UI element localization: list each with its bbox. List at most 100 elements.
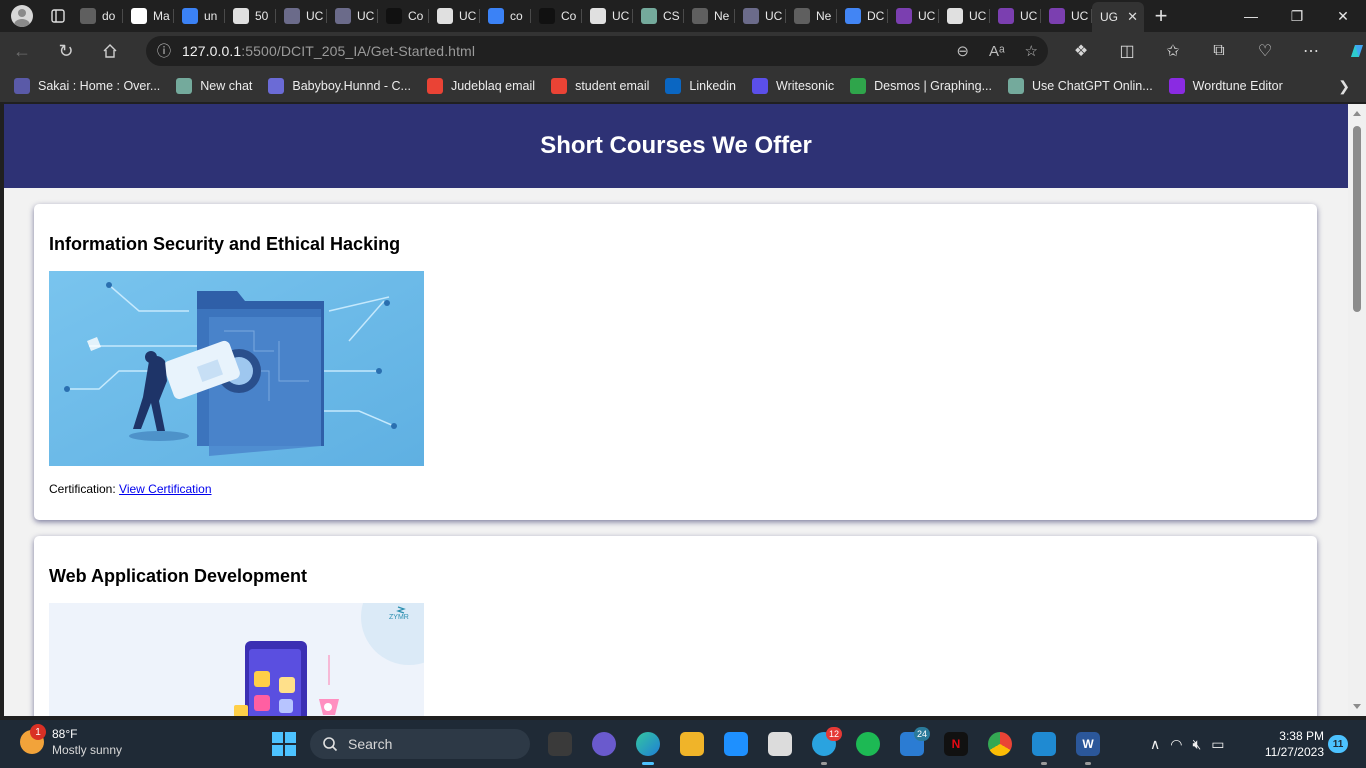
- split-screen-button[interactable]: ◫: [1104, 32, 1150, 70]
- browser-tab[interactable]: UC: [276, 0, 327, 32]
- browser-tab[interactable]: 50: [225, 0, 276, 32]
- favorite-link[interactable]: Judeblaq email: [426, 78, 535, 94]
- store-app-button[interactable]: [714, 720, 758, 768]
- spotify-app-button[interactable]: [846, 720, 890, 768]
- tab-title: UC: [918, 9, 936, 23]
- favorite-link[interactable]: student email: [551, 78, 649, 94]
- tab-title: Co: [561, 9, 577, 23]
- profile-button[interactable]: [0, 0, 44, 32]
- word-app-button[interactable]: W: [1066, 720, 1110, 768]
- volume-muted-icon[interactable]: 🔇︎: [1192, 736, 1201, 753]
- browser-tab[interactable]: UC: [582, 0, 633, 32]
- ug-shield-icon: [998, 8, 1014, 24]
- tab-title: Ne: [816, 9, 832, 23]
- close-tab-icon[interactable]: ✕: [1127, 9, 1138, 25]
- copilot-icon: [1351, 45, 1363, 57]
- browser-tab[interactable]: UC: [990, 0, 1041, 32]
- scrollbar-thumb[interactable]: [1353, 126, 1361, 312]
- favorite-link[interactable]: Writesonic: [752, 78, 834, 94]
- browser-tab[interactable]: DC: [837, 0, 888, 32]
- wifi-icon[interactable]: ◠: [1170, 736, 1182, 753]
- favorite-link[interactable]: Sakai : Home : Over...: [14, 78, 160, 94]
- favorite-star-icon[interactable]: ☆: [1025, 42, 1038, 60]
- back-button[interactable]: ←: [0, 32, 44, 70]
- favorite-link[interactable]: Use ChatGPT Onlin...: [1008, 78, 1153, 94]
- browser-tab[interactable]: UC: [735, 0, 786, 32]
- tray-overflow-chevron-icon[interactable]: ∧: [1150, 736, 1160, 753]
- browser-tab[interactable]: Ne: [786, 0, 837, 32]
- url-text[interactable]: 127.0.0.1:5500/DCIT_205_IA/Get-Started.h…: [182, 43, 475, 59]
- edge-app-button[interactable]: [626, 720, 670, 768]
- file-explorer-button[interactable]: [670, 720, 714, 768]
- favorite-link[interactable]: Babyboy.Hunnd - C...: [268, 78, 411, 94]
- coursera-icon: [539, 8, 555, 24]
- favorites-overflow-chevron-icon[interactable]: ❯: [1338, 78, 1350, 95]
- browser-tab[interactable]: UC: [429, 0, 480, 32]
- browser-tab[interactable]: UC: [888, 0, 939, 32]
- start-button[interactable]: [272, 732, 296, 756]
- reload-icon: ↻: [58, 40, 74, 61]
- taskbar-search[interactable]: Search: [310, 729, 530, 759]
- address-bar[interactable]: ⓘ 127.0.0.1:5500/DCIT_205_IA/Get-Started…: [146, 36, 1048, 66]
- extensions-button[interactable]: ❖: [1058, 32, 1104, 70]
- restore-button[interactable]: ❐: [1274, 0, 1320, 32]
- photos-app-button[interactable]: [758, 720, 802, 768]
- collections-icon: ⧉: [1213, 42, 1225, 59]
- site-info-icon[interactable]: ⓘ: [146, 41, 182, 61]
- search-icon: [323, 737, 338, 752]
- browser-tab[interactable]: do: [72, 0, 123, 32]
- browser-essentials-button[interactable]: ♡: [1242, 32, 1288, 70]
- course-title: Information Security and Ethical Hacking: [49, 234, 401, 254]
- browser-tab[interactable]: co: [480, 0, 531, 32]
- mail-app-button[interactable]: 24: [890, 720, 934, 768]
- browser-tab[interactable]: CS: [633, 0, 684, 32]
- favorite-link[interactable]: Desmos | Graphing...: [850, 78, 992, 94]
- browser-tab[interactable]: UC: [327, 0, 378, 32]
- course-card: Information Security and Ethical Hacking: [34, 204, 1317, 520]
- page-scrollbar[interactable]: [1348, 104, 1366, 716]
- browser-tab[interactable]: Co: [378, 0, 429, 32]
- browser-tab[interactable]: UC: [1041, 0, 1092, 32]
- browser-tab[interactable]: Ma: [123, 0, 174, 32]
- tab-actions-button[interactable]: [44, 0, 72, 32]
- tab-title: 50: [255, 9, 269, 23]
- home-button[interactable]: [88, 32, 132, 70]
- view-certification-link[interactable]: View Certification: [119, 482, 211, 496]
- scroll-up-arrow-icon[interactable]: [1353, 111, 1361, 116]
- minimize-button[interactable]: —: [1228, 0, 1274, 32]
- favorite-link[interactable]: Wordtune Editor: [1168, 78, 1283, 94]
- task-view-button[interactable]: [538, 720, 582, 768]
- tab-title: UC: [969, 9, 987, 23]
- security-illustration: [49, 271, 424, 466]
- copilot-button[interactable]: [1334, 32, 1366, 70]
- browser-tab[interactable]: Co: [531, 0, 582, 32]
- collections-button[interactable]: ⧉: [1196, 32, 1242, 70]
- new-tab-button[interactable]: +: [1144, 0, 1178, 32]
- reload-button[interactable]: ↻: [44, 32, 88, 70]
- tab-title: UG: [1100, 10, 1118, 24]
- chrome-app-button[interactable]: [978, 720, 1022, 768]
- file-icon: [437, 8, 453, 24]
- browser-tab[interactable]: UC: [939, 0, 990, 32]
- browser-tab[interactable]: Ne: [684, 0, 735, 32]
- scroll-down-arrow-icon[interactable]: [1353, 704, 1361, 709]
- netflix-app-button[interactable]: N: [934, 720, 978, 768]
- close-window-button[interactable]: ✕: [1320, 0, 1366, 32]
- browser-tab-active[interactable]: UG ✕: [1092, 2, 1144, 32]
- favorite-link[interactable]: Linkedin: [665, 78, 736, 94]
- read-aloud-icon[interactable]: Aᵃ: [989, 43, 1005, 60]
- system-clock[interactable]: 3:38 PM 11/27/2023: [1262, 728, 1324, 760]
- weather-widget[interactable]: 1 88°F Mostly sunny: [20, 724, 122, 758]
- browser-tab[interactable]: un: [174, 0, 225, 32]
- zoom-icon[interactable]: ⊖: [956, 42, 969, 60]
- vscode-app-button[interactable]: [1022, 720, 1066, 768]
- notification-count-badge[interactable]: 11: [1328, 735, 1348, 753]
- battery-icon[interactable]: ▭: [1211, 736, 1224, 753]
- settings-menu-button[interactable]: ⋯: [1288, 32, 1334, 70]
- favorite-link[interactable]: New chat: [176, 78, 252, 94]
- code-icon: [268, 78, 285, 94]
- favorites-button[interactable]: ✩: [1150, 32, 1196, 70]
- telegram-app-button[interactable]: 12: [802, 720, 846, 768]
- chat-app-button[interactable]: [582, 720, 626, 768]
- favorites-bar: Sakai : Home : Over... New chat Babyboy.Hu…: [0, 70, 1366, 102]
